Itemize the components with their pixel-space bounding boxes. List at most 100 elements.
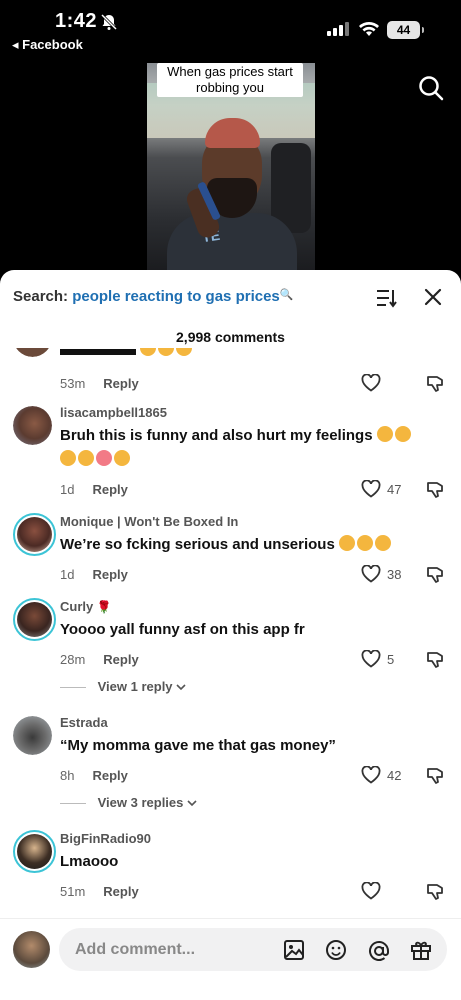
heart-icon xyxy=(361,374,381,392)
like-button[interactable]: 42 xyxy=(361,766,401,784)
dislike-icon[interactable] xyxy=(426,883,444,901)
view-replies-label: View 3 replies xyxy=(97,795,184,810)
comment-item: Estrada “My momma gave me that gas money… xyxy=(0,710,461,820)
back-to-facebook-link[interactable]: ◂ Facebook xyxy=(12,37,83,53)
signal-icon xyxy=(327,22,349,36)
dislike-icon[interactable] xyxy=(426,566,444,584)
chevron-down-icon xyxy=(176,684,186,691)
dislike-icon[interactable] xyxy=(426,767,444,785)
comment-item: lisacampbell1865 Bruh this is funny and … xyxy=(0,400,461,500)
video-caption: When gas prices start robbing you xyxy=(157,63,303,97)
wifi-icon xyxy=(359,22,379,36)
comment-item: Curly 🌹 Yoooo yall funny asf on this app… xyxy=(0,594,461,704)
comment-meta: 53m Reply xyxy=(60,376,139,391)
comment-time: 1d xyxy=(60,567,75,582)
close-icon[interactable] xyxy=(424,288,442,306)
search-query-link[interactable]: people reacting to gas prices xyxy=(72,288,280,305)
emoji-icon xyxy=(96,450,112,466)
reply-button[interactable]: Reply xyxy=(103,376,138,391)
sort-icon[interactable] xyxy=(376,288,398,308)
comment-input[interactable] xyxy=(75,928,275,971)
avatar[interactable] xyxy=(13,513,56,556)
search-query-icon: 🔍 xyxy=(279,289,294,301)
heart-icon xyxy=(361,766,381,784)
like-button[interactable]: 47 xyxy=(361,480,401,498)
comment-item: BigFinRadio90 Lmaooo 51m Reply xyxy=(0,826,461,906)
comment-text: We’re so fcking serious and unserious xyxy=(60,533,450,557)
rose-icon: 🌹 xyxy=(96,600,112,614)
like-count: 5 xyxy=(387,651,395,667)
heart-icon xyxy=(361,882,381,900)
emoji-icon xyxy=(78,450,94,466)
comments-count: 2,998 comments xyxy=(176,329,285,345)
avatar[interactable] xyxy=(13,406,52,445)
like-button[interactable] xyxy=(361,882,381,900)
bell-off-icon xyxy=(100,13,118,31)
mention-icon[interactable] xyxy=(367,939,391,963)
like-count: 47 xyxy=(387,481,402,497)
reply-button[interactable]: Reply xyxy=(103,884,138,899)
comment-item: 53m Reply xyxy=(0,348,461,408)
comment-meta: 1d Reply xyxy=(60,482,128,497)
heart-icon xyxy=(361,650,381,668)
comment-text-content: Bruh this is funny and also hurt my feel… xyxy=(60,427,373,444)
dislike-icon[interactable] xyxy=(426,375,444,393)
comment-time: 53m xyxy=(60,376,86,391)
comment-username[interactable]: Estrada xyxy=(60,715,108,730)
reply-button[interactable]: Reply xyxy=(92,482,127,497)
comment-time: 51m xyxy=(60,884,86,899)
emoji-icon xyxy=(158,348,175,356)
dislike-icon[interactable] xyxy=(426,651,444,669)
comment-text-content: We’re so fcking serious and unserious xyxy=(60,536,335,553)
reply-button[interactable]: Reply xyxy=(92,768,127,783)
emoji-icon[interactable] xyxy=(325,939,347,961)
emoji-icon xyxy=(114,450,130,466)
emoji-icon xyxy=(338,535,355,551)
avatar[interactable] xyxy=(13,830,56,873)
status-time: 1:42 xyxy=(55,10,98,32)
user-avatar[interactable] xyxy=(13,931,50,968)
reply-button[interactable]: Reply xyxy=(103,652,138,667)
like-count: 38 xyxy=(387,566,402,582)
view-replies-button[interactable]: View 1 reply xyxy=(60,679,186,694)
comment-text: Lmaooo xyxy=(60,853,119,870)
comment-text xyxy=(60,348,450,362)
comment-text: Yoooo yall funny asf on this app fr xyxy=(60,621,305,638)
emoji-icon xyxy=(140,348,157,356)
avatar[interactable] xyxy=(13,598,56,641)
like-button[interactable]: 38 xyxy=(361,565,401,583)
cut-off-text xyxy=(60,349,136,356)
emoji-icon xyxy=(60,450,76,466)
comment-username[interactable]: BigFinRadio90 xyxy=(60,831,151,846)
comment-list[interactable]: 53m Reply lisacampbell1865 Bruh this is f… xyxy=(0,348,461,918)
comment-username[interactable]: Monique | Won't Be Boxed In xyxy=(60,514,238,529)
like-button[interactable]: 5 xyxy=(361,650,394,668)
chevron-down-icon xyxy=(187,800,197,807)
view-replies-button[interactable]: View 3 replies xyxy=(60,795,197,810)
emoji-icon xyxy=(394,426,411,442)
like-count: 42 xyxy=(387,767,402,783)
comment-username-text: Curly xyxy=(60,599,94,614)
comment-item: Monique | Won't Be Boxed In We’re so fck… xyxy=(0,509,461,589)
emoji-icon xyxy=(176,348,193,356)
gift-icon[interactable] xyxy=(410,939,432,961)
like-button[interactable] xyxy=(361,374,381,392)
emoji-icon xyxy=(376,426,393,442)
comment-time: 28m xyxy=(60,652,86,667)
comment-meta: 1d Reply xyxy=(60,567,128,582)
emoji-icon xyxy=(374,535,391,551)
reply-button[interactable]: Reply xyxy=(92,567,127,582)
search-icon[interactable] xyxy=(418,75,444,101)
comment-input-container[interactable] xyxy=(59,928,447,971)
comment-username[interactable]: lisacampbell1865 xyxy=(60,405,167,420)
avatar[interactable] xyxy=(13,348,52,357)
comment-time: 8h xyxy=(60,768,75,783)
avatar[interactable] xyxy=(13,716,52,755)
dislike-icon[interactable] xyxy=(426,481,444,499)
comment-username[interactable]: Curly 🌹 xyxy=(60,599,112,614)
heart-icon xyxy=(361,565,381,583)
comment-composer xyxy=(0,918,461,1000)
comment-meta: 51m Reply xyxy=(60,884,139,899)
search-row[interactable]: Search: people reacting to gas prices🔍 xyxy=(13,288,293,305)
image-icon[interactable] xyxy=(283,939,305,961)
